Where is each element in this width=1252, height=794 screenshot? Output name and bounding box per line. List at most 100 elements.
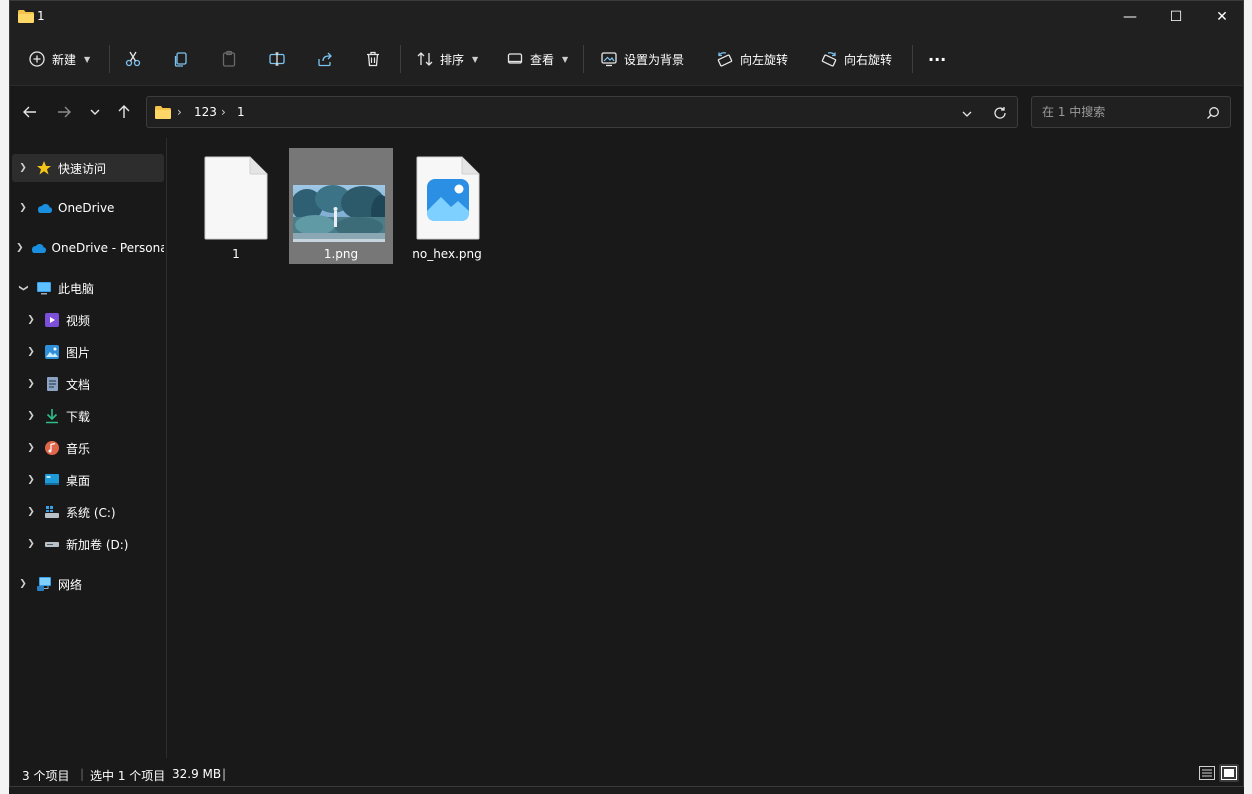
back-button[interactable] [18,100,42,124]
rotate-left-icon [717,52,733,67]
sidebar-item-label: 视频 [66,313,91,328]
selection-size: 32.9 MB [172,767,222,781]
file-item-1-png[interactable]: 1.png [289,148,393,264]
minimize-button[interactable]: — [1107,1,1153,33]
address-bar[interactable]: › 123 › 1 [146,96,1018,128]
cut-button[interactable] [124,43,142,75]
file-item-no-hex-png[interactable]: no_hex.png [395,148,499,264]
sidebar-item-onedrive-personal[interactable]: ❯ OneDrive - Persona [12,234,164,262]
sidebar-item-label: 桌面 [66,473,91,488]
chevron-down-icon: ▼ [472,54,479,64]
sidebar-item-pictures[interactable]: ❯ 图片 [12,338,164,366]
pictures-icon [44,344,60,360]
chevron-right-icon[interactable]: ❯ [16,203,30,213]
sidebar-item-network[interactable]: ❯ 网络 [12,570,164,598]
sidebar-item-drive-d[interactable]: ❯ 新加卷 (D:) [12,530,164,558]
chevron-right-icon[interactable]: ❯ [24,315,38,325]
cut-icon [125,51,141,67]
rotate-right-button[interactable]: 向右旋转 [820,43,892,75]
new-button[interactable]: 新建 ▼ [28,43,90,75]
chevron-down-icon: ▼ [562,54,569,64]
view-button[interactable]: 查看 ▼ [506,43,568,75]
chevron-right-icon[interactable]: ❯ [24,379,38,389]
refresh-icon[interactable] [993,106,1007,120]
maximize-button[interactable]: ☐ [1153,1,1199,33]
chevron-right-icon: › [177,105,182,119]
chevron-down-icon[interactable] [961,108,973,120]
documents-icon [44,376,60,392]
minimize-icon: — [1123,9,1137,25]
chevron-right-icon[interactable]: ❯ [24,507,38,517]
details-view-icon [1199,766,1215,780]
sidebar-item-label: 新加卷 (D:) [66,537,129,552]
video-icon [44,312,60,328]
copy-button[interactable] [172,43,190,75]
sidebar-item-onedrive[interactable]: ❯ OneDrive [12,194,164,222]
sidebar-item-documents[interactable]: ❯ 文档 [12,370,164,398]
sidebar-item-videos[interactable]: ❯ 视频 [12,306,164,334]
breadcrumb-123[interactable]: 123 [194,105,217,119]
large-icons-view-icon [1221,766,1237,780]
sort-button[interactable]: 排序 ▼ [416,43,478,75]
chevron-down-icon [90,109,100,115]
drive-icon [44,536,60,552]
cloud-icon [36,200,52,216]
blank-file-icon [204,156,268,240]
file-name: 1 [232,247,240,261]
file-item-1[interactable]: 1 [184,148,288,264]
chevron-right-icon[interactable]: ❯ [16,243,24,253]
search-input[interactable] [1040,104,1204,120]
chevron-down-icon: ▼ [84,54,91,64]
file-explorer-window: 1 — ☐ ✕ 新建 ▼ 排序 ▼ 查看 ▼ 设置为背景 向左旋转 向右旋转 ·… [9,0,1244,787]
set-background-label: 设置为背景 [624,52,685,67]
arrow-up-icon [118,105,130,118]
paste-button[interactable] [220,43,238,75]
sidebar-item-label: 此电脑 [58,281,95,296]
up-button[interactable] [112,100,136,124]
forward-button[interactable] [52,100,76,124]
chevron-right-icon[interactable]: ❯ [16,579,30,589]
status-divider: | [222,767,227,781]
file-name: 1.png [323,247,359,261]
rotate-left-button[interactable]: 向左旋转 [716,43,788,75]
sidebar-item-label: OneDrive [58,201,115,215]
chevron-right-icon[interactable]: ❯ [16,163,30,173]
chevron-down-icon[interactable]: ❯ [18,281,28,295]
details-view-button[interactable] [1197,764,1217,782]
large-icons-view-button[interactable] [1219,764,1239,782]
folder-icon [155,106,171,119]
navigation-pane: ❯ 快速访问 ❯ OneDrive ❯ OneDrive - Persona ❯… [10,146,166,756]
sidebar-item-label: 下载 [66,409,91,424]
share-button[interactable] [316,43,334,75]
sidebar-item-label: 文档 [66,377,91,392]
breadcrumb-1[interactable]: 1 [237,105,245,119]
sidebar-item-system-drive[interactable]: ❯ 系统 (C:) [12,498,164,526]
sidebar-item-label: OneDrive - Persona [51,241,164,255]
more-options-button[interactable]: ··· [928,43,946,75]
trash-icon [367,51,379,67]
item-count: 3 个项目 [22,769,70,783]
delete-button[interactable] [364,43,382,75]
set-background-button[interactable]: 设置为背景 [600,43,684,75]
download-icon [44,408,60,424]
sidebar-item-quick-access[interactable]: ❯ 快速访问 [12,154,164,182]
sidebar-item-this-pc[interactable]: ❯ 此电脑 [12,274,164,302]
search-box[interactable] [1031,96,1231,128]
folder-icon [18,10,34,23]
toolbar-divider [912,45,913,73]
sidebar-item-downloads[interactable]: ❯ 下载 [12,402,164,430]
chevron-right-icon[interactable]: ❯ [24,539,38,549]
system-drive-icon [44,504,60,520]
rename-button[interactable] [268,43,286,75]
toolbar-divider [400,45,401,73]
close-button[interactable]: ✕ [1199,1,1245,33]
chevron-right-icon[interactable]: ❯ [24,347,38,357]
sidebar-item-desktop[interactable]: ❯ 桌面 [12,466,164,494]
chevron-right-icon[interactable]: ❯ [24,411,38,421]
recent-locations-button[interactable] [83,100,107,124]
sidebar-item-music[interactable]: ❯ 音乐 [12,434,164,462]
chevron-right-icon[interactable]: ❯ [24,443,38,453]
close-icon: ✕ [1216,9,1228,25]
chevron-right-icon[interactable]: ❯ [24,475,38,485]
toolbar-divider [109,45,110,73]
